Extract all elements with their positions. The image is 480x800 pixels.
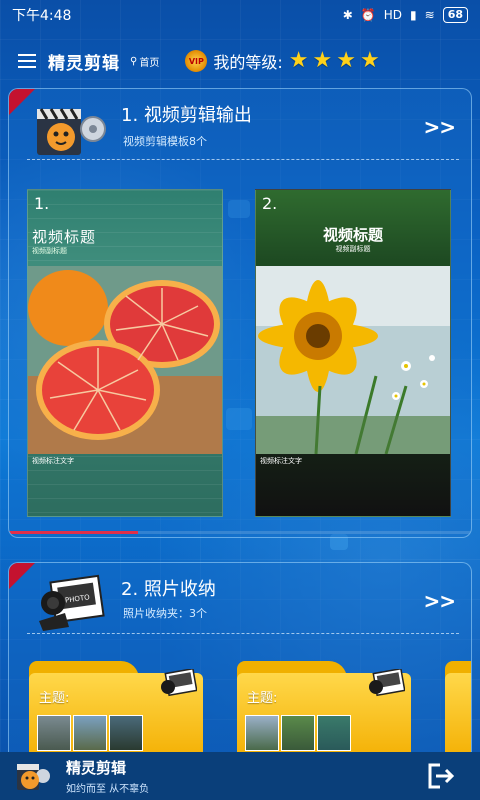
- video-card-arrow[interactable]: >>: [423, 115, 456, 139]
- corner-ribbon: [9, 563, 35, 589]
- photo-thumb: [109, 715, 143, 751]
- video-template-2[interactable]: 2. 视频标题 视频副标题 视频标注文字: [255, 189, 451, 517]
- star-icon: ★: [288, 48, 309, 73]
- template-scroll-fill: [9, 531, 139, 534]
- photo-thumb: [245, 715, 279, 751]
- bottom-text: 精灵剪辑 如约而至 从不辜负: [66, 757, 149, 795]
- template-title: 视频标题: [322, 226, 383, 244]
- signal-icon: ▮: [410, 8, 417, 22]
- video-edit-card[interactable]: 1. 视频剪辑输出 视频剪辑模板8个 >> 1. 视频标题 视频副标题 视频标注…: [8, 88, 472, 538]
- template-title: 视频标题: [32, 228, 97, 246]
- status-time: 下午4:48: [12, 8, 72, 24]
- divider: [27, 159, 459, 160]
- photo-folder-1[interactable]: 主题:: [29, 661, 203, 761]
- folder-label: 主题:: [247, 691, 278, 706]
- template-caption: 视频标注文字: [260, 457, 302, 465]
- template-subtitle: 视频副标题: [335, 245, 371, 253]
- folder-thumbnails: [37, 715, 143, 751]
- photo-thumb: [317, 715, 351, 751]
- photo-card-title: 2. 照片收纳: [121, 579, 216, 600]
- battery-indicator: 68: [442, 7, 468, 23]
- home-label: 首页: [139, 57, 160, 69]
- star-icon: ★: [336, 48, 356, 73]
- location-pin-icon: ⚲: [130, 55, 138, 67]
- bluetooth-icon: ✱: [342, 8, 353, 22]
- top-bar: 精灵剪辑 ⚲ 首页 VIP 我的等级: ★ ★ ★ ★: [0, 42, 480, 80]
- bottom-slogan: 如约而至 从不辜负: [66, 784, 150, 795]
- level-area: VIP 我的等级: ★ ★ ★ ★: [185, 49, 380, 73]
- template-subtitle: 视频副标题: [32, 247, 67, 255]
- video-card-subtitle: 视频剪辑模板8个: [123, 135, 207, 148]
- video-card-title: 1. 视频剪辑输出: [121, 105, 252, 126]
- photo-storage-card[interactable]: PHOTO 2. 照片收纳 照片收纳夹：3个 >> 主题: 主题:: [8, 562, 472, 762]
- level-label: 我的等级:: [213, 53, 283, 72]
- photo-card-subtitle: 照片收纳夹：3个: [123, 607, 207, 620]
- level-stars: ★ ★ ★ ★: [289, 50, 380, 72]
- corner-ribbon: [9, 89, 35, 115]
- photo-thumb: [73, 715, 107, 751]
- star-icon: ★: [359, 48, 380, 73]
- vip-badge-icon: VIP: [185, 50, 208, 72]
- photo-thumb: [37, 715, 71, 751]
- template-number: 2.: [262, 194, 278, 213]
- app-title: 精灵剪辑: [48, 53, 120, 74]
- network-type: HD: [383, 8, 403, 22]
- divider: [27, 633, 459, 634]
- video-template-1[interactable]: 1. 视频标题 视频副标题 视频标注文字: [27, 189, 223, 517]
- alarm-icon: ⏰: [360, 8, 376, 22]
- bottom-title: 精灵剪辑: [66, 759, 127, 777]
- template-caption: 视频标注文字: [32, 457, 74, 465]
- app-logo-icon: [17, 764, 50, 790]
- sunflower-photo: [256, 266, 450, 454]
- camera-film-icon: [161, 669, 197, 697]
- photo-thumb: [281, 715, 315, 751]
- status-icons: ✱ ⏰ HD ▮ ≋ 68: [343, 7, 468, 23]
- star-icon: ★: [312, 48, 333, 73]
- status-bar: 下午4:48 ✱ ⏰ HD ▮ ≋ 68: [0, 0, 480, 30]
- bottom-bar: 精灵剪辑 如约而至 从不辜负: [0, 752, 480, 800]
- wifi-icon: ≋: [424, 8, 435, 22]
- photo-camera-icon: PHOTO: [39, 574, 105, 631]
- template-number: 1.: [34, 194, 50, 213]
- photo-folder-3[interactable]: [445, 661, 471, 761]
- template-scroll-bar: [9, 531, 471, 534]
- camera-film-icon: [369, 669, 405, 697]
- photo-card-arrow[interactable]: >>: [423, 589, 456, 613]
- folder-thumbnails: [245, 715, 351, 751]
- logout-icon[interactable]: [426, 762, 456, 790]
- folder-label: 主题:: [39, 691, 70, 706]
- home-link[interactable]: ⚲ 首页: [130, 54, 159, 69]
- grapefruit-photo: [28, 266, 222, 454]
- menu-icon[interactable]: [18, 53, 38, 69]
- film-clapper-icon: [37, 108, 106, 155]
- photo-folder-2[interactable]: 主题:: [237, 661, 411, 761]
- folder-body: [445, 673, 471, 761]
